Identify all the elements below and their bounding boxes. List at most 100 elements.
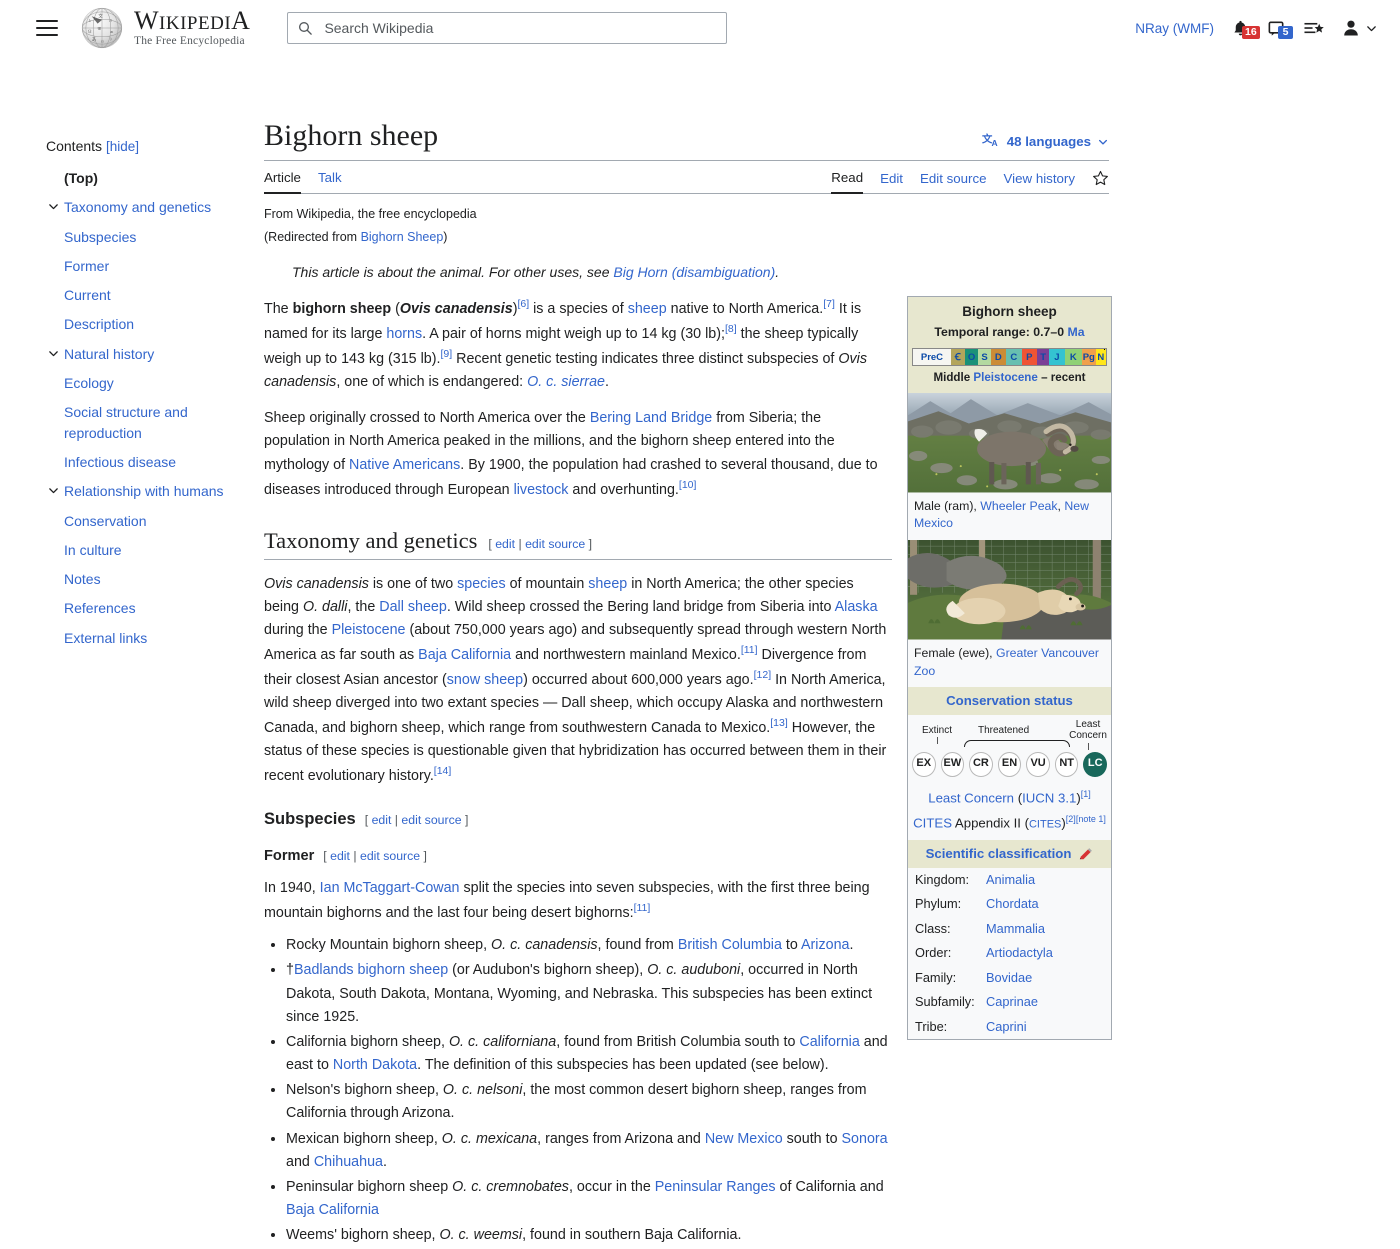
tab-talk[interactable]: Talk — [318, 170, 342, 194]
pencil-icon[interactable] — [1078, 847, 1093, 862]
conservation-code-ex[interactable]: EX — [912, 752, 936, 777]
user-menu-button[interactable] — [1341, 18, 1378, 38]
chevron-down-icon[interactable] — [46, 200, 60, 213]
toc-link-label[interactable]: Former — [64, 256, 109, 276]
main-menu-icon[interactable] — [36, 20, 58, 36]
toc-link-label[interactable]: Relationship with humans — [64, 481, 224, 501]
link-mammalia[interactable]: Mammalia — [986, 921, 1045, 936]
toc-link-label[interactable]: Current — [64, 285, 111, 305]
toc-link-label[interactable]: Social structure and reproduction — [64, 402, 260, 443]
link-snow-sheep[interactable]: snow sheep — [447, 672, 523, 688]
link-cites-2[interactable]: CITES — [1029, 819, 1061, 831]
link-chordata[interactable]: Chordata — [986, 896, 1039, 911]
toc-link-label[interactable]: External links — [64, 628, 147, 648]
edit-source-link[interactable]: edit source — [401, 813, 461, 827]
conservation-code-lc[interactable]: LC — [1083, 752, 1107, 777]
ref-6[interactable]: [6] — [517, 298, 529, 310]
edit-link[interactable]: edit — [495, 537, 515, 551]
geo-period-s[interactable]: S — [978, 349, 990, 365]
ref-7[interactable]: [7] — [823, 298, 835, 310]
notifications-alerts-button[interactable]: 16 — [1231, 19, 1250, 38]
link-peninsular-ranges[interactable]: Peninsular Ranges — [655, 1179, 776, 1195]
toc-link-label[interactable]: Subspecies — [64, 227, 136, 247]
link-california[interactable]: California — [799, 1034, 859, 1050]
toc-link-label[interactable]: Description — [64, 314, 134, 334]
toc-item-references[interactable]: References — [46, 598, 260, 618]
geo-period-n[interactable]: N — [1096, 349, 1106, 365]
conservation-code-nt[interactable]: NT — [1055, 752, 1079, 777]
toc-link-label[interactable]: Conservation — [64, 511, 147, 531]
geo-period-[interactable]: Ꞓ — [951, 349, 965, 365]
toc-link-label[interactable]: Ecology — [64, 373, 114, 393]
link-iucn[interactable]: IUCN 3.1 — [1022, 790, 1076, 805]
tab-edit[interactable]: Edit — [880, 171, 903, 193]
link-pleistocene[interactable]: Pleistocene — [332, 622, 406, 638]
geo-period-pg[interactable]: Pg — [1082, 349, 1096, 365]
geo-period-c[interactable]: C — [1006, 349, 1022, 365]
geo-period-t[interactable]: T — [1037, 349, 1049, 365]
toc-item-current[interactable]: Current — [46, 285, 260, 305]
link-baja-california[interactable]: Baja California — [418, 647, 511, 663]
geo-period-prec[interactable]: PreC — [913, 349, 951, 365]
toc-link-label[interactable]: Natural history — [64, 344, 154, 364]
edit-source-link[interactable]: edit source — [525, 537, 585, 551]
toc-link-label[interactable]: References — [64, 598, 136, 618]
hatnote-link[interactable]: Big Horn (disambiguation) — [613, 264, 775, 280]
watchlist-button[interactable] — [1303, 19, 1324, 38]
ref-10[interactable]: [10] — [679, 479, 697, 491]
link-alaska[interactable]: Alaska — [835, 599, 878, 615]
conservation-code-vu[interactable]: VU — [1026, 752, 1050, 777]
link-least-concern[interactable]: Least Concern — [928, 790, 1014, 805]
search-input[interactable] — [322, 19, 716, 37]
toc-item-description[interactable]: Description — [46, 314, 260, 334]
wikipedia-logo-link[interactable]: λ文ת Ωकж あпᚦ WIKIPEDIA The Free Encyclope… — [80, 6, 250, 50]
geo-period-d[interactable]: D — [991, 349, 1007, 365]
toc-link-label[interactable]: Notes — [64, 569, 101, 589]
conservation-code-en[interactable]: EN — [998, 752, 1022, 777]
ref-2[interactable]: [2] — [1066, 814, 1076, 824]
ref-12[interactable]: [12] — [754, 669, 772, 681]
link-baja-california-2[interactable]: Baja California — [286, 1202, 379, 1218]
ref-8[interactable]: [8] — [725, 323, 737, 335]
watch-star-button[interactable] — [1092, 170, 1109, 187]
geo-period-p[interactable]: P — [1022, 349, 1038, 365]
toc-item-subspecies[interactable]: Subspecies — [46, 227, 260, 247]
link-dall-sheep[interactable]: Dall sheep — [379, 599, 447, 615]
link-wheeler-peak[interactable]: Wheeler Peak — [980, 499, 1057, 513]
toc-item-notes[interactable]: Notes — [46, 569, 260, 589]
conservation-code-cr[interactable]: CR — [969, 752, 993, 777]
geo-period-k[interactable]: K — [1065, 349, 1082, 365]
toc-item-relationship-with-humans[interactable]: Relationship with humans — [46, 481, 260, 501]
toc-item-social-structure-and-reproduction[interactable]: Social structure and reproduction — [46, 402, 260, 443]
link-o-c-sierrae[interactable]: O. c. sierrae — [527, 374, 605, 390]
toc-item-conservation[interactable]: Conservation — [46, 511, 260, 531]
tab-read[interactable]: Read — [831, 170, 863, 194]
username-link[interactable]: NRay (WMF) — [1135, 21, 1214, 36]
link-species[interactable]: species — [457, 576, 505, 592]
search-box[interactable] — [287, 12, 727, 44]
ref-11[interactable]: [11] — [741, 644, 758, 656]
redirect-source-link[interactable]: Bighorn Sheep — [361, 230, 444, 244]
toc-item-taxonomy-and-genetics[interactable]: Taxonomy and genetics — [46, 197, 260, 217]
ref-1[interactable]: [1] — [1081, 789, 1091, 799]
link-ian-mctaggart-cowan[interactable]: Ian McTaggart-Cowan — [320, 880, 460, 896]
toc-item-natural-history[interactable]: Natural history — [46, 344, 260, 364]
toc-item-in-culture[interactable]: In culture — [46, 540, 260, 560]
edit-link[interactable]: edit — [372, 813, 392, 827]
toc-hide-button[interactable]: [hide] — [106, 139, 139, 154]
chevron-down-icon[interactable] — [46, 347, 60, 360]
link-artiodactyla[interactable]: Artiodactyla — [986, 945, 1053, 960]
tab-view-history[interactable]: View history — [1004, 171, 1075, 193]
link-chihuahua[interactable]: Chihuahua — [314, 1154, 383, 1170]
link-animalia[interactable]: Animalia — [986, 872, 1035, 887]
toc-item-external-links[interactable]: External links — [46, 628, 260, 648]
chevron-down-icon[interactable] — [46, 484, 60, 497]
toc-link-label[interactable]: In culture — [64, 540, 122, 560]
edit-link[interactable]: edit — [330, 849, 350, 863]
link-bovidae[interactable]: Bovidae — [986, 970, 1032, 985]
ref-9[interactable]: [9] — [440, 348, 452, 360]
geo-period-j[interactable]: J — [1049, 349, 1065, 365]
link-livestock[interactable]: livestock — [514, 482, 569, 498]
toc-item-top[interactable]: (Top) — [46, 168, 260, 188]
ewe-photo[interactable] — [908, 540, 1111, 639]
